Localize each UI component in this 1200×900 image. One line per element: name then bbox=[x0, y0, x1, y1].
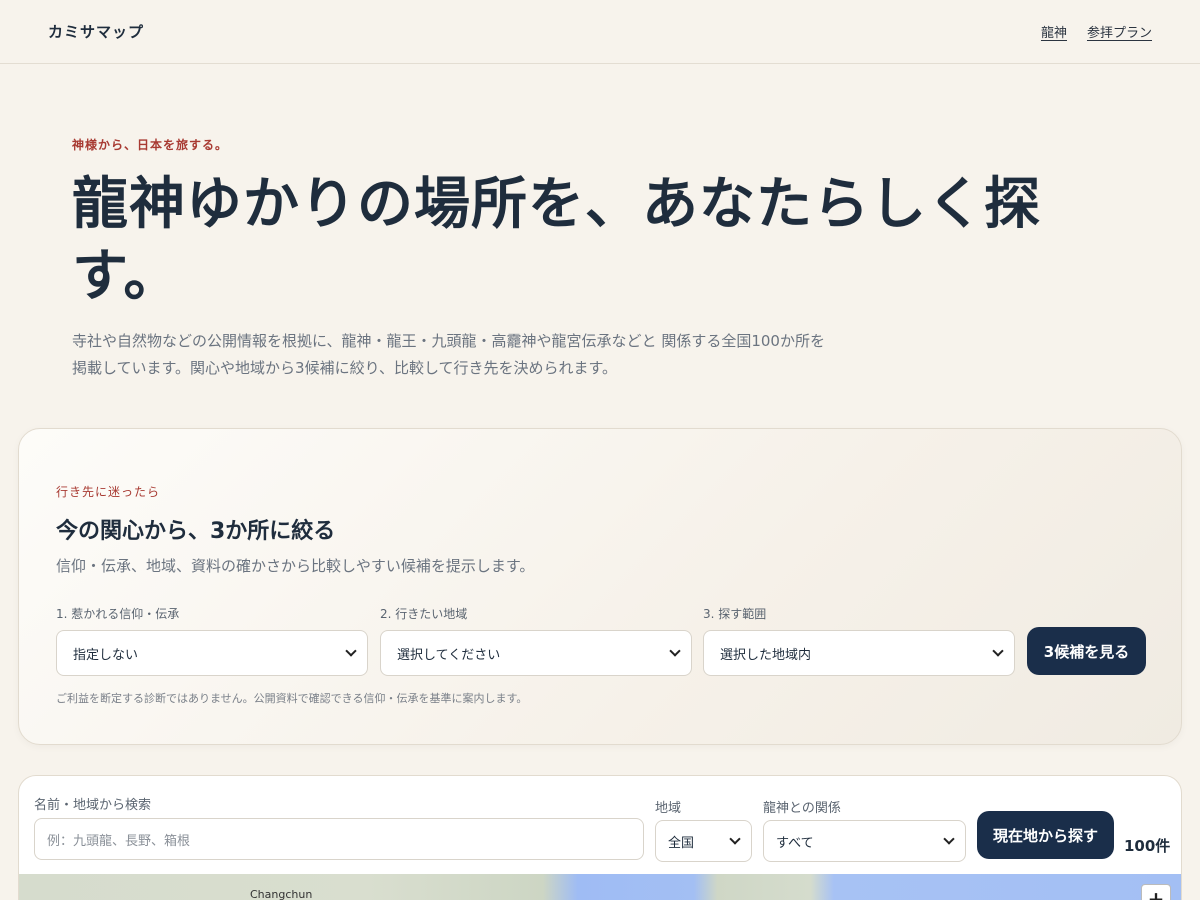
region-select[interactable]: 選択してください bbox=[380, 630, 692, 676]
nav-link-ryujin[interactable]: 龍神 bbox=[1041, 22, 1067, 41]
region-label: 2. 行きたい地域 bbox=[380, 607, 468, 621]
diagnosis-card: 行き先に迷ったら 今の関心から、3か所に絞る 信仰・伝承、地域、資料の確かさから… bbox=[18, 428, 1182, 745]
region-field: 2. 行きたい地域 選択してください bbox=[380, 605, 692, 676]
faith-select[interactable]: 指定しない bbox=[56, 630, 368, 676]
chevron-down-icon bbox=[992, 645, 1004, 657]
chevron-down-icon bbox=[669, 645, 681, 657]
area-filter-label: 地域 bbox=[655, 801, 682, 816]
zoom-in-button[interactable]: + bbox=[1141, 884, 1171, 900]
result-count: 100件 bbox=[1124, 837, 1171, 855]
name-search-input[interactable]: 例：九頭龍、長野、箱根 bbox=[34, 818, 644, 860]
region-select-value: 選択してください bbox=[397, 647, 501, 663]
hero-eyebrow: 神様から、日本を旅する。 bbox=[72, 138, 229, 152]
locate-nearby-button[interactable]: 現在地から探す bbox=[977, 811, 1114, 859]
scope-select[interactable]: 選択した地域内 bbox=[703, 630, 1015, 676]
scope-label: 3. 探す範囲 bbox=[703, 607, 767, 621]
name-search-label: 名前・地域から検索 bbox=[34, 798, 152, 813]
search-panel: 名前・地域から検索 例：九頭龍、長野、箱根 地域 全国 龍神との関係 すべて 現… bbox=[18, 775, 1182, 900]
faith-select-value: 指定しない bbox=[73, 647, 139, 663]
show-candidates-button[interactable]: 3候補を見る bbox=[1027, 627, 1146, 675]
chevron-down-icon bbox=[943, 833, 955, 845]
area-filter-value: 全国 bbox=[668, 835, 695, 851]
chevron-down-icon bbox=[729, 833, 741, 845]
map-city-label: Changchun bbox=[250, 888, 313, 900]
diagnosis-eyebrow: 行き先に迷ったら bbox=[56, 485, 161, 499]
area-filter-select[interactable]: 全国 bbox=[655, 820, 752, 862]
map-view[interactable]: Changchun + bbox=[19, 874, 1181, 900]
hero-description: 寺社や自然物などの公開情報を根拠に、龍神・龍王・九頭龍・高龗神や龍宮伝承などと … bbox=[72, 332, 825, 377]
chevron-down-icon bbox=[345, 645, 357, 657]
main-nav: 龍神 参拝プラン bbox=[1041, 22, 1152, 41]
brand-logo[interactable]: カミサマップ bbox=[48, 21, 144, 42]
relation-filter-select[interactable]: すべて bbox=[763, 820, 966, 862]
hero-title: 龍神ゆかりの場所を、あなたらしく探す。 bbox=[72, 171, 1041, 309]
site-header: カミサマップ 龍神 参拝プラン bbox=[0, 0, 1200, 64]
scope-select-value: 選択した地域内 bbox=[720, 647, 812, 663]
diagnosis-subtitle: 信仰・伝承、地域、資料の確かさから比較しやすい候補を提示します。 bbox=[56, 557, 535, 575]
diagnosis-title: 今の関心から、3か所に絞る bbox=[56, 519, 336, 544]
relation-filter-value: すべて bbox=[776, 835, 814, 851]
faith-label: 1. 惹かれる信仰・伝承 bbox=[56, 607, 180, 621]
nav-link-plan[interactable]: 参拝プラン bbox=[1087, 22, 1152, 41]
relation-filter-label: 龍神との関係 bbox=[763, 801, 841, 816]
scope-field: 3. 探す範囲 選択した地域内 bbox=[703, 605, 1015, 676]
faith-field: 1. 惹かれる信仰・伝承 指定しない bbox=[56, 605, 368, 676]
diagnosis-note: ご利益を断定する診断ではありません。公開資料で確認できる信仰・伝承を基準に案内し… bbox=[56, 692, 528, 705]
